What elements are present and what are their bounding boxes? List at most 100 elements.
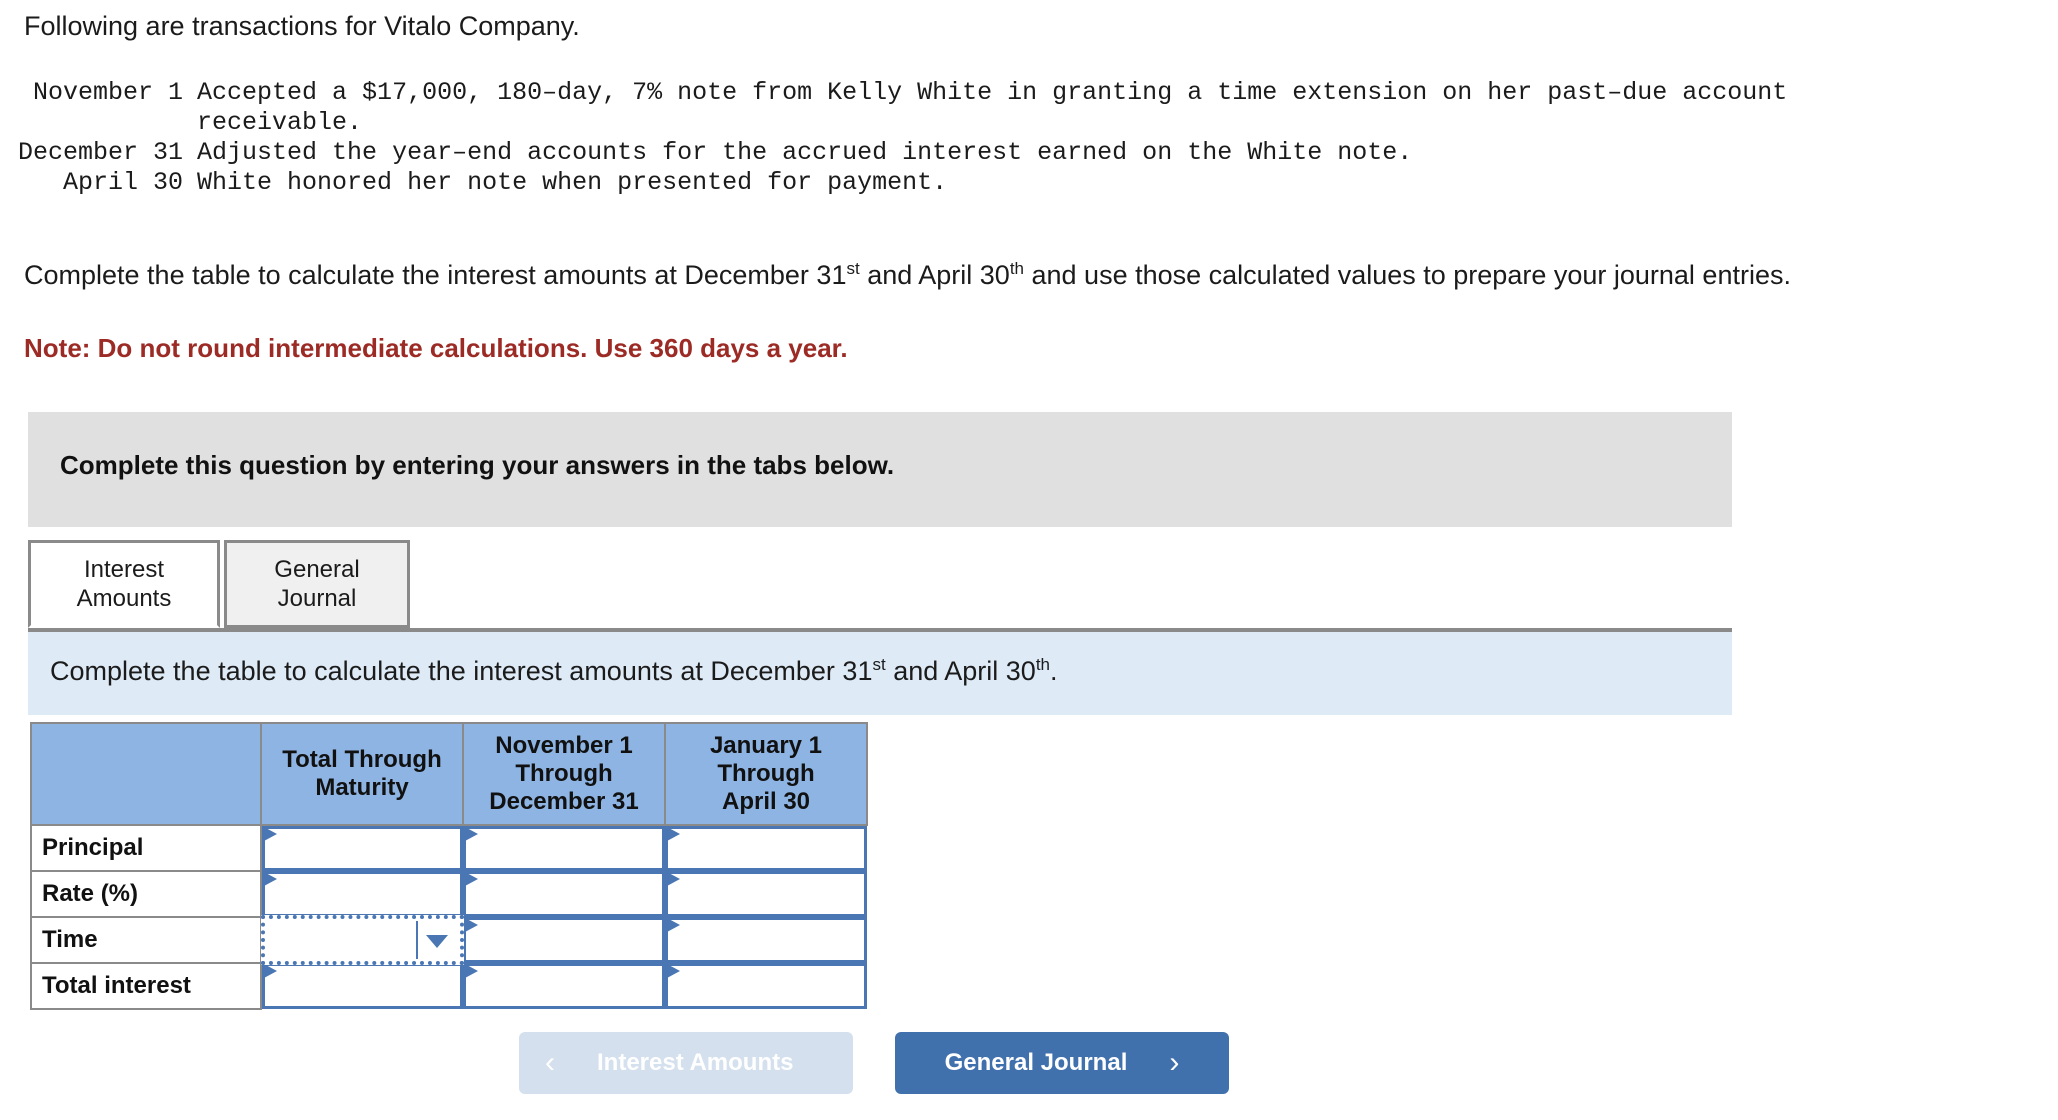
dropdown-divider — [416, 921, 418, 959]
prev-tab-button[interactable]: ‹ Interest Amounts — [519, 1032, 853, 1094]
cell-total-interest-jan-apr[interactable] — [665, 963, 867, 1009]
table-header-corner — [30, 722, 262, 826]
input-rate-nov-dec[interactable] — [463, 871, 665, 917]
header-line1: January 1 — [709, 732, 823, 759]
prev-tab-button-label: Interest Amounts — [597, 1049, 794, 1076]
transaction-row: December 31 Adjusted the year–end accoun… — [18, 138, 1787, 168]
cell-principal-jan-apr[interactable] — [665, 825, 867, 871]
header-line3: December 31 — [489, 788, 639, 815]
tab-requirement-bar: Complete the table to calculate the inte… — [28, 632, 1732, 715]
chevron-left-icon: ‹ — [545, 1046, 555, 1079]
header-line2: Through — [717, 760, 815, 787]
comment-marker-icon — [667, 827, 680, 841]
bluebar-part3: . — [1050, 656, 1058, 686]
table-header-nov1-through-dec31: November 1 Through December 31 — [462, 722, 666, 826]
cell-time-jan-apr[interactable] — [665, 917, 867, 963]
input-rate-jan-apr[interactable] — [665, 871, 867, 917]
table-header-total-through-maturity: Total Through Maturity — [260, 722, 464, 826]
comment-marker-icon — [465, 918, 478, 932]
table-row-rate: Rate (%) — [30, 870, 867, 918]
cell-time-nov-dec[interactable] — [463, 917, 665, 963]
requirement-part2: and April 30 — [859, 260, 1010, 290]
requirement-sup-th: th — [1009, 259, 1024, 278]
comment-marker-icon — [264, 964, 277, 978]
comment-marker-icon — [667, 918, 680, 932]
cell-principal-total-maturity[interactable] — [261, 825, 463, 871]
tab-interest-amounts[interactable]: Interest Amounts — [28, 540, 220, 628]
comment-marker-icon — [264, 827, 277, 841]
bluebar-part2: and April 30 — [885, 656, 1036, 686]
table-row-time: Time — [30, 915, 867, 965]
chevron-right-icon: › — [1169, 1046, 1180, 1079]
transaction-row: November 1 Accepted a $17,000, 180–day, … — [18, 78, 1787, 108]
tab-interest-amounts-line1: Interest — [83, 556, 165, 583]
transaction-date: December 31 — [18, 138, 184, 167]
input-principal-total-maturity[interactable] — [262, 826, 463, 871]
input-rate-total-maturity[interactable] — [262, 871, 463, 917]
instruction-banner-text: Complete this question by entering your … — [60, 450, 895, 480]
cell-rate-jan-apr[interactable] — [665, 871, 867, 917]
dropdown-time-total-maturity[interactable] — [261, 915, 464, 965]
chevron-down-icon[interactable] — [426, 935, 448, 948]
transaction-date: November 1 — [33, 78, 184, 107]
transaction-description: White honored her note when presented fo… — [197, 168, 948, 197]
interest-amounts-table: Total Through Maturity November 1 Throug… — [30, 722, 868, 1010]
tab-requirement-text: Complete the table to calculate the inte… — [50, 656, 1058, 687]
comment-marker-icon — [667, 964, 680, 978]
comment-marker-icon — [264, 872, 277, 886]
requirement-paragraph: Complete the table to calculate the inte… — [24, 258, 1984, 292]
intro-text: Following are transactions for Vitalo Co… — [24, 11, 580, 41]
header-line2: Through — [515, 760, 613, 787]
comment-marker-icon — [465, 827, 478, 841]
cell-rate-nov-dec[interactable] — [463, 871, 665, 917]
table-header-row: Total Through Maturity November 1 Throug… — [30, 722, 868, 826]
header-line2: Maturity — [315, 774, 409, 801]
row-label-total-interest: Total interest — [30, 962, 262, 1010]
instruction-banner: Complete this question by entering your … — [28, 412, 1732, 527]
input-time-nov-dec[interactable] — [463, 917, 665, 963]
requirement-sup-st: st — [846, 259, 860, 278]
cell-total-interest-total-maturity[interactable] — [261, 963, 463, 1009]
bluebar-sup-th: th — [1035, 655, 1050, 674]
header-line1: November 1 — [495, 732, 633, 759]
transaction-row-continuation: receivable. — [18, 108, 1787, 138]
transaction-date-blank — [18, 108, 197, 138]
header-line1: Total Through — [282, 746, 442, 773]
transaction-description-continued: receivable. — [197, 108, 363, 137]
row-label-rate: Rate (%) — [30, 870, 262, 918]
comment-marker-icon — [667, 872, 680, 886]
cell-rate-total-maturity[interactable] — [261, 871, 463, 917]
table-row-principal: Principal — [30, 824, 867, 872]
input-total-interest-jan-apr[interactable] — [665, 963, 867, 1009]
header-line3: April 30 — [721, 788, 811, 815]
input-principal-nov-dec[interactable] — [463, 826, 665, 871]
transactions-block: November 1 Accepted a $17,000, 180–day, … — [18, 78, 1787, 198]
tab-general-journal[interactable]: General Journal — [224, 540, 410, 628]
comment-marker-icon — [465, 872, 478, 886]
next-tab-button[interactable]: General Journal › — [895, 1032, 1229, 1094]
input-principal-jan-apr[interactable] — [665, 826, 867, 871]
row-label-time: Time — [30, 916, 262, 964]
transaction-date: April 30 — [63, 168, 184, 197]
table-row-total-interest: Total interest — [30, 962, 867, 1010]
bluebar-sup-st: st — [872, 655, 886, 674]
transaction-description: Adjusted the year–end accounts for the a… — [197, 138, 1413, 167]
tab-general-journal-line2: Journal — [277, 585, 357, 612]
input-time-jan-apr[interactable] — [665, 917, 867, 963]
comment-marker-icon — [465, 964, 478, 978]
transaction-description: Accepted a $17,000, 180–day, 7% note fro… — [197, 78, 1788, 107]
rounding-note: Note: Do not round intermediate calculat… — [24, 333, 848, 363]
table-header-jan1-through-apr30: January 1 Through April 30 — [664, 722, 868, 826]
row-label-principal: Principal — [30, 824, 262, 872]
tab-general-journal-line1: General — [274, 556, 360, 583]
cell-total-interest-nov-dec[interactable] — [463, 963, 665, 1009]
input-total-interest-nov-dec[interactable] — [463, 963, 665, 1009]
tab-interest-amounts-line2: Amounts — [76, 585, 172, 612]
tab-strip: Interest Amounts General Journal — [28, 540, 1732, 632]
requirement-part3: and use those calculated values to prepa… — [1024, 260, 1791, 290]
cell-principal-nov-dec[interactable] — [463, 825, 665, 871]
input-total-interest-total-maturity[interactable] — [262, 963, 463, 1009]
cell-time-total-maturity[interactable] — [261, 915, 464, 965]
requirement-part1: Complete the table to calculate the inte… — [24, 260, 847, 290]
next-tab-button-label: General Journal — [944, 1049, 1128, 1076]
